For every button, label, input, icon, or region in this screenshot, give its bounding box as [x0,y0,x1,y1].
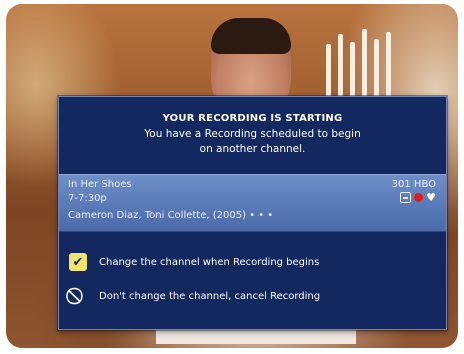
program-status-icons: ♥ [400,192,436,203]
dialog-message: You have a Recording scheduled to begin … [59,127,446,157]
info-box-icon [400,192,412,203]
option-cancel-recording[interactable]: ⃠ Don't change the channel, cancel Recor… [69,285,436,307]
favorite-heart-icon: ♥ [426,191,436,204]
dialog-message-line2: on another channel. [199,143,306,155]
option-change-channel[interactable]: ✔ Change the channel when Recording begi… [69,251,436,273]
dialog-title: YOUR RECORDING IS STARTING [162,113,343,124]
program-title: In Her Shoes [68,179,132,190]
recording-alert-dialog: YOUR RECORDING IS STARTING You have a Re… [58,96,447,330]
checkmark-icon: ✔ [69,253,87,271]
dialog-message-line1: You have a Recording scheduled to begin [144,128,361,140]
program-time: 7-7:30p [68,193,107,204]
cancel-icon: ⃠ [69,287,87,305]
record-dot-icon [414,193,424,202]
option-cancel-recording-label: Don't change the channel, cancel Recordi… [99,290,321,302]
program-cast: Cameron Diaz, Toni Collette, (2005) • • … [68,210,274,221]
background-person-hair [211,18,291,54]
tv-screen: YOUR RECORDING IS STARTING You have a Re… [6,4,458,348]
option-change-channel-label: Change the channel when Recording begins [99,256,320,268]
program-channel: 301 HBO [391,179,436,190]
program-info-band: In Her Shoes 7-7:30p Cameron Diaz, Toni … [59,174,446,232]
